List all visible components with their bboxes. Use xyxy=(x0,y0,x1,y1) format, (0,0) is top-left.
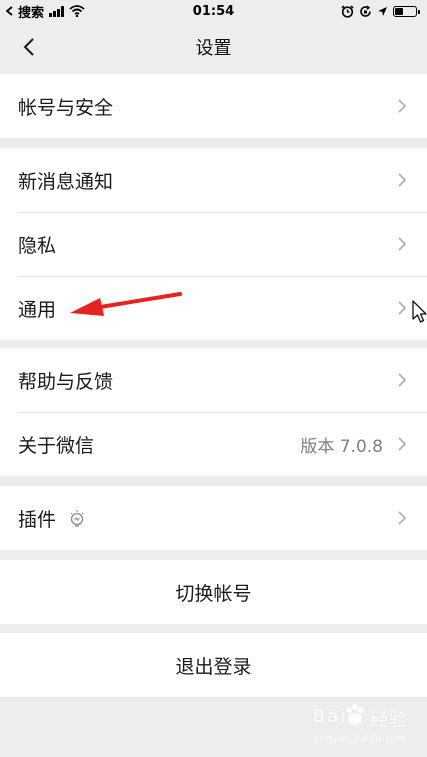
cellular-signal-icon xyxy=(49,5,65,17)
settings-item-label: 隐私 xyxy=(18,234,57,257)
section-logout: 退出登录 xyxy=(0,633,427,697)
watermark: Bai 经验 jingyan.baidu.com xyxy=(308,700,427,750)
mouse-cursor-icon xyxy=(412,300,427,323)
location-icon xyxy=(378,6,387,16)
watermark-url: jingyan.baidu.com xyxy=(314,734,407,745)
chevron-left-icon xyxy=(23,38,34,56)
section-account: 帐号与安全 xyxy=(0,74,427,138)
orientation-lock-icon xyxy=(360,4,371,17)
chevron-right-icon xyxy=(398,237,407,251)
battery-level xyxy=(395,7,403,15)
back-button[interactable] xyxy=(12,30,46,64)
switch-account-label: 切换帐号 xyxy=(175,582,252,605)
settings-item-label: 帐号与安全 xyxy=(18,96,114,119)
settings-item-label: 通用 xyxy=(18,298,57,321)
status-left: 搜索 xyxy=(6,2,85,21)
nav-bar: 设置 xyxy=(0,22,427,72)
chevron-right-icon xyxy=(398,301,407,315)
settings-item-help-feedback[interactable]: 帮助与反馈 xyxy=(0,348,427,412)
annotation-arrow-icon xyxy=(70,292,182,316)
section-plugins: 插件 xyxy=(0,486,427,550)
section-switch-account: 切换帐号 xyxy=(0,560,427,624)
settings-item-label: 帮助与反馈 xyxy=(18,370,114,393)
wifi-icon xyxy=(69,5,85,17)
chevron-right-icon xyxy=(398,437,407,451)
settings-item-label: 关于微信 xyxy=(18,434,95,457)
logout-button[interactable]: 退出登录 xyxy=(0,633,427,697)
chevron-right-icon xyxy=(398,99,407,113)
chevron-right-icon xyxy=(398,373,407,387)
status-bar: 搜索 01:54 xyxy=(0,0,427,22)
switch-account-button[interactable]: 切换帐号 xyxy=(0,560,427,624)
back-to-app-icon xyxy=(6,6,13,16)
baidu-paw-icon xyxy=(346,704,364,725)
settings-item-account-security[interactable]: 帐号与安全 xyxy=(0,74,427,138)
alarm-icon xyxy=(341,4,354,18)
settings-item-label: 新消息通知 xyxy=(18,170,114,193)
chevron-right-icon xyxy=(398,173,407,187)
page-title: 设置 xyxy=(195,38,232,59)
logout-label: 退出登录 xyxy=(175,655,252,678)
settings-item-plugins[interactable]: 插件 xyxy=(0,486,427,550)
settings-item-about[interactable]: 关于微信 版本 7.0.8 xyxy=(0,412,427,476)
version-value: 版本 7.0.8 xyxy=(300,436,383,457)
status-right xyxy=(341,4,420,18)
carrier-label: 搜索 xyxy=(18,5,45,21)
settings-item-label: 插件 xyxy=(18,508,57,531)
watermark-brand-b: 经验 xyxy=(370,710,408,731)
lightbulb-icon xyxy=(70,510,84,527)
settings-item-privacy[interactable]: 隐私 xyxy=(0,212,427,276)
settings-item-notifications[interactable]: 新消息通知 xyxy=(0,148,427,212)
battery-icon xyxy=(393,5,420,17)
chevron-right-icon xyxy=(398,511,407,525)
section-help-about: 帮助与反馈 关于微信 版本 7.0.8 xyxy=(0,348,427,476)
